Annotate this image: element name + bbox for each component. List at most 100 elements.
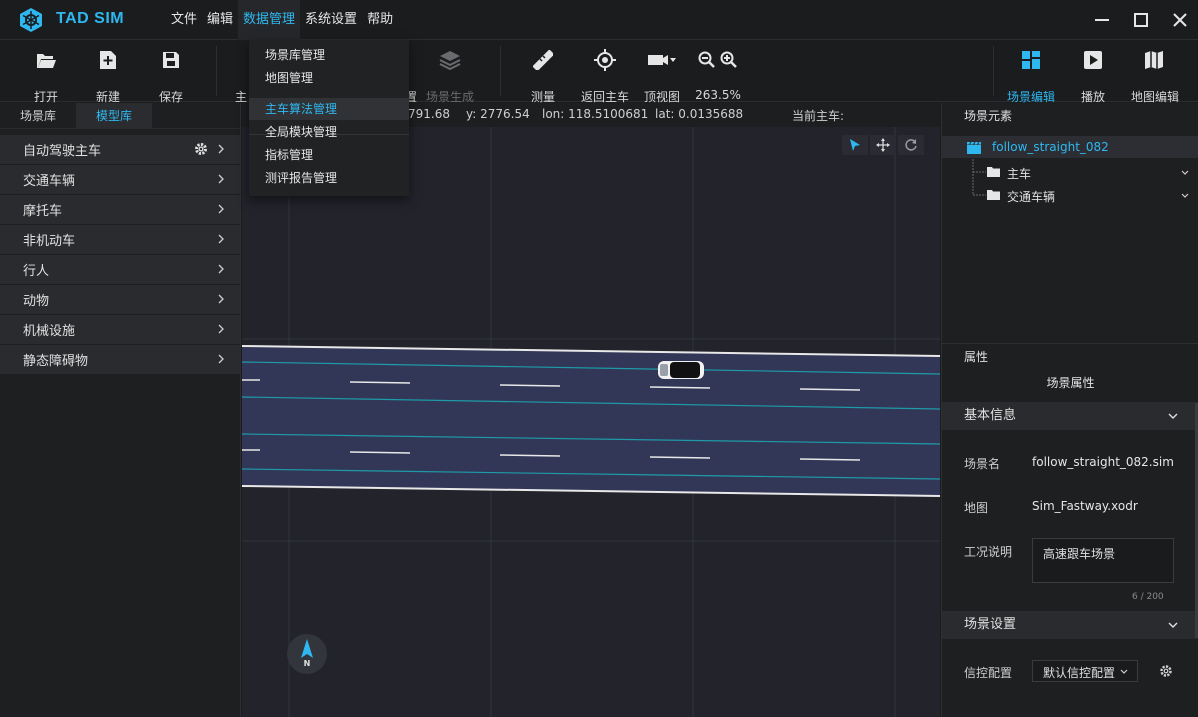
section-label: 场景设置 [964, 617, 1017, 632]
category-ego-vehicle[interactable]: 自动驾驶主车 [0, 135, 240, 164]
tree-item-label: 主车 [1007, 167, 1032, 181]
return-ego-button[interactable]: 返回主车 [575, 48, 635, 105]
maximize-button[interactable] [1121, 0, 1161, 40]
coord-lat: lat: 0.0135688 [655, 107, 744, 121]
compass-label: N [303, 659, 311, 668]
chevron-right-icon [218, 204, 224, 214]
scene-elements-title: 场景元素 [942, 103, 1198, 129]
category-traffic-vehicle[interactable]: 交通车辆 [0, 165, 240, 194]
coord-x: 791.68 [408, 107, 450, 121]
menu-ego-algorithm-management[interactable]: 主车算法管理 [249, 98, 409, 120]
rotate-tool[interactable] [898, 135, 924, 155]
compass[interactable]: N [287, 634, 327, 674]
minimize-icon [1095, 19, 1109, 21]
scene-properties-heading: 场景属性 [1046, 376, 1095, 390]
select-tool[interactable] [842, 135, 868, 155]
signal-config-select[interactable]: 默认信控配置 [1032, 660, 1138, 682]
tree-item-scene-root[interactable]: follow_straight_082 [942, 136, 1198, 158]
close-icon [1173, 13, 1187, 27]
ego-vehicle[interactable] [658, 361, 704, 379]
category-non-motor-vehicle[interactable]: 非机动车 [0, 225, 240, 254]
camera-dropdown-icon [648, 55, 676, 65]
chevron-right-icon [218, 294, 224, 304]
section-basic-info[interactable]: 基本信息 [942, 402, 1198, 430]
maximize-icon [1134, 13, 1148, 27]
category-label: 机械设施 [23, 324, 76, 339]
menu-help[interactable]: 帮助 [362, 0, 398, 40]
minimize-button[interactable] [1082, 0, 1122, 40]
pan-tool[interactable] [870, 135, 896, 155]
app-brand: TAD SIM [56, 10, 125, 27]
chevron-right-icon [218, 234, 224, 244]
zoom-control[interactable]: 263.5% [688, 48, 748, 102]
map-label: 地图 [964, 501, 989, 515]
new-button[interactable]: 新建 [78, 48, 138, 105]
tree-item-label: follow_straight_082 [992, 140, 1109, 154]
scene-edit-button[interactable]: 场景编辑 [1001, 48, 1061, 105]
chevron-down-icon [1168, 622, 1178, 628]
section-label: 基本信息 [964, 408, 1017, 423]
signal-config-value: 默认信控配置 [1043, 666, 1116, 680]
zoom-in-icon[interactable] [720, 51, 738, 69]
menu-data-management[interactable]: 数据管理 [238, 0, 301, 40]
tab-scene-library[interactable]: 场景库 [0, 103, 76, 129]
menu-global-module-management[interactable]: 全局模块管理 [249, 121, 409, 143]
category-static-obstacle[interactable]: 静态障碍物 [0, 345, 240, 374]
measure-button[interactable]: 测量 [513, 48, 573, 105]
map-value: Sim_Fastway.xodr [1032, 499, 1138, 513]
properties-title: 属性 [942, 343, 1198, 369]
description-textarea[interactable]: 高速跟车场景 [1032, 538, 1174, 583]
tab-model-library[interactable]: 模型库 [76, 103, 152, 129]
description-char-count: 6 / 200 [1132, 592, 1164, 602]
menu-scene-library-management[interactable]: 场景库管理 [249, 44, 409, 66]
tree-item-ego[interactable]: 主车 [942, 161, 1198, 183]
folder-open-icon [37, 54, 56, 68]
coord-lon: lon: 118.5100681 [542, 107, 649, 121]
map-edit-icon [1145, 51, 1163, 69]
chevron-down-icon[interactable] [1180, 168, 1190, 178]
layers-icon [439, 51, 461, 70]
model-library-panel: 场景库 模型库 自动驾驶主车 交通车辆 摩托车 非机动车 行人 动物 机械设施 … [0, 103, 241, 717]
save-button[interactable]: 保存 [141, 48, 201, 105]
title-bar: TAD SIM 文件 编辑 数据管理 系统设置 帮助 [0, 0, 1198, 40]
play-button[interactable]: 播放 [1063, 48, 1123, 105]
play-icon [1084, 51, 1102, 69]
scene-generate-button[interactable]: 场景生成 [420, 48, 480, 105]
tree-item-traffic-vehicles[interactable]: 交通车辆 [942, 184, 1198, 206]
toolbar-separator [500, 46, 501, 96]
toolbar-separator [216, 46, 217, 96]
ruler-icon [533, 50, 553, 70]
category-machinery[interactable]: 机械设施 [0, 315, 240, 344]
menu-edit[interactable]: 编辑 [202, 0, 238, 40]
signal-config-label: 信控配置 [964, 666, 1013, 680]
chevron-down-icon[interactable] [1180, 191, 1190, 201]
tadsim-logo-icon [20, 8, 42, 32]
toolbar: 打开 新建 保存 主 置 场景生成 测量 返回主车 顶视图 263.5% 场景编… [0, 40, 1198, 105]
zoom-out-icon[interactable] [698, 51, 716, 69]
map-edit-button[interactable]: 地图编辑 [1125, 48, 1185, 105]
category-label: 非机动车 [23, 234, 76, 249]
current-ego-label: 当前主车: [792, 109, 845, 123]
gear-icon[interactable] [1159, 664, 1173, 678]
tree-item-label: 交通车辆 [1007, 190, 1056, 204]
gear-icon[interactable] [194, 142, 208, 156]
top-view-button[interactable]: 顶视图 [632, 48, 692, 105]
category-motorcycle[interactable]: 摩托车 [0, 195, 240, 224]
menu-file[interactable]: 文件 [166, 0, 202, 40]
section-scene-settings[interactable]: 场景设置 [942, 611, 1198, 639]
open-button[interactable]: 打开 [16, 48, 76, 105]
close-button[interactable] [1160, 0, 1198, 40]
menu-system-settings[interactable]: 系统设置 [300, 0, 362, 40]
menu-map-management[interactable]: 地图管理 [249, 67, 409, 89]
chevron-right-icon [218, 264, 224, 274]
category-label: 动物 [23, 294, 50, 309]
category-pedestrian[interactable]: 行人 [0, 255, 240, 284]
scene-elements-panel: 场景元素 follow_straight_082 主车 交通车辆 属性 场景属性… [941, 103, 1198, 717]
chevron-right-icon [218, 354, 224, 364]
north-arrow-icon [301, 639, 313, 658]
menu-metric-management[interactable]: 指标管理 [249, 144, 409, 166]
category-animal[interactable]: 动物 [0, 285, 240, 314]
library-tabs: 场景库 模型库 [0, 103, 240, 129]
menu-report-management[interactable]: 测评报告管理 [249, 167, 409, 189]
chevron-down-icon [1120, 669, 1128, 674]
